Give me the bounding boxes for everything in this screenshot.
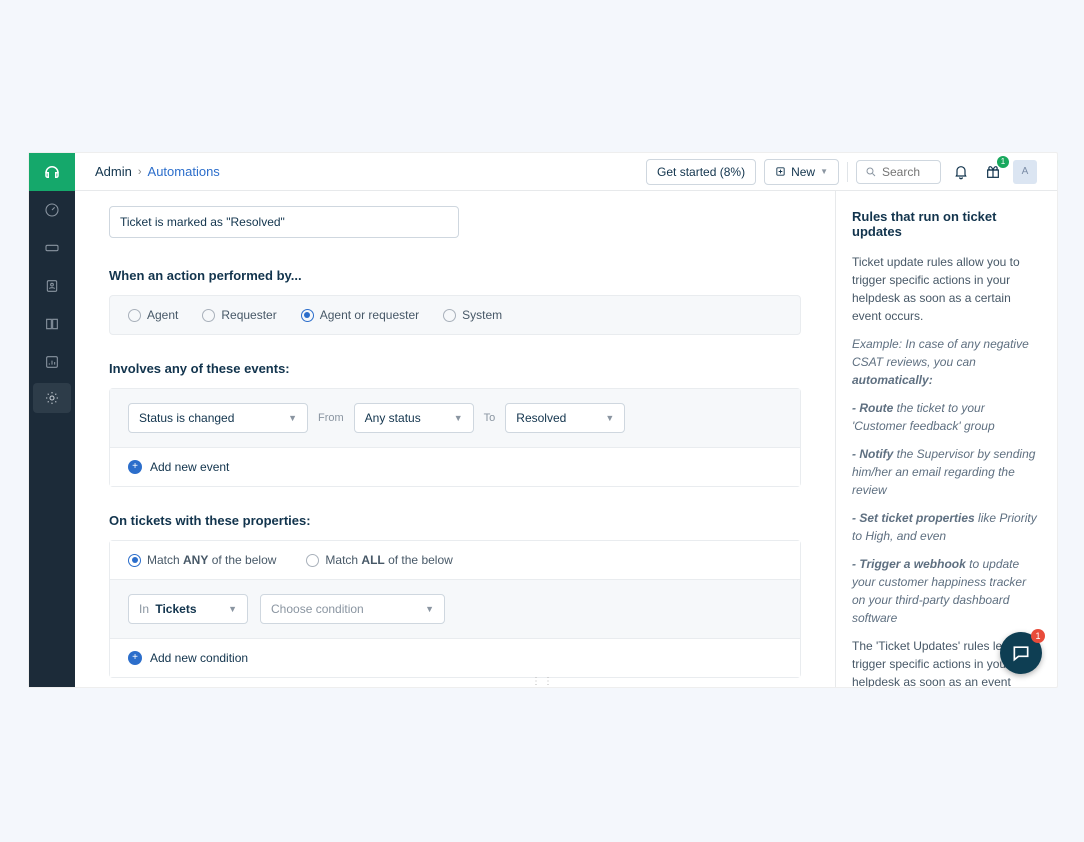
events-title: Involves any of these events:: [109, 361, 801, 376]
properties-panel: Match ANY of the below Match ALL of the …: [109, 540, 801, 678]
add-condition-button[interactable]: + Add new condition: [110, 639, 800, 677]
info-paragraph: Ticket update rules allow you to trigger…: [852, 253, 1041, 325]
radio-icon: [443, 309, 456, 322]
option-requester[interactable]: Requester: [202, 308, 276, 322]
condition-select[interactable]: Choose condition ▼: [260, 594, 445, 624]
info-bullet: - Notify the Supervisor by sending him/h…: [852, 445, 1041, 499]
match-any-option[interactable]: Match ANY of the below: [128, 553, 276, 567]
scope-select[interactable]: In Tickets ▼: [128, 594, 248, 624]
plus-icon: +: [128, 651, 142, 665]
properties-title: On tickets with these properties:: [109, 513, 801, 528]
radio-icon: [128, 309, 141, 322]
events-panel: Status is changed ▼ From Any status ▼ To R…: [109, 388, 801, 487]
gift-badge: 1: [997, 156, 1009, 168]
plus-square-icon: [775, 166, 786, 177]
add-event-button[interactable]: + Add new event: [110, 448, 800, 486]
rule-editor: When an action performed by... Agent Req…: [75, 191, 835, 687]
nav-tickets[interactable]: [29, 229, 75, 267]
match-any-label: Match ANY of the below: [147, 553, 276, 567]
nav-dashboard[interactable]: [29, 191, 75, 229]
performed-by-title: When an action performed by...: [109, 268, 801, 283]
search-box[interactable]: [856, 160, 941, 184]
match-all-label: Match ALL of the below: [325, 553, 452, 567]
add-condition-label: Add new condition: [150, 651, 248, 665]
main-column: Admin › Automations Get started (8%) New…: [75, 153, 1057, 687]
info-example: Example: In case of any negative CSAT re…: [852, 335, 1041, 389]
avatar[interactable]: A: [1013, 160, 1037, 184]
chevron-down-icon: ▼: [228, 604, 237, 614]
breadcrumb-current[interactable]: Automations: [148, 164, 220, 179]
new-button[interactable]: New ▼: [764, 159, 839, 185]
bell-icon: [953, 164, 969, 180]
select-value: Status is changed: [139, 411, 234, 425]
add-event-label: Add new event: [150, 460, 229, 474]
match-all-option[interactable]: Match ALL of the below: [306, 553, 452, 567]
chevron-down-icon: ▼: [425, 604, 434, 614]
info-title: Rules that run on ticket updates: [852, 209, 1041, 239]
chat-icon: [1011, 643, 1031, 663]
new-label: New: [791, 165, 815, 179]
search-input[interactable]: [882, 165, 932, 179]
performed-by-options: Agent Requester Agent or requester Syste…: [128, 308, 782, 322]
select-value: In Tickets: [139, 602, 197, 616]
chat-widget[interactable]: 1: [1000, 632, 1042, 674]
app-frame: Admin › Automations Get started (8%) New…: [28, 152, 1058, 688]
condition-row: In Tickets ▼ Choose condition ▼: [110, 580, 800, 639]
info-bullet: - Set ticket properties like Priority to…: [852, 509, 1041, 545]
match-mode-row: Match ANY of the below Match ALL of the …: [110, 541, 800, 580]
nav-reports[interactable]: [29, 343, 75, 381]
event-to-select[interactable]: Resolved ▼: [505, 403, 625, 433]
option-agent-or-requester[interactable]: Agent or requester: [301, 308, 419, 322]
notifications-button[interactable]: [949, 160, 973, 184]
chevron-right-icon: ›: [138, 166, 142, 178]
chevron-down-icon: ▼: [605, 413, 614, 423]
option-label: Agent: [147, 308, 178, 322]
search-icon: [865, 166, 877, 178]
to-label: To: [484, 412, 496, 424]
option-label: Agent or requester: [320, 308, 419, 322]
topbar: Admin › Automations Get started (8%) New…: [75, 153, 1057, 191]
option-system[interactable]: System: [443, 308, 502, 322]
event-type-select[interactable]: Status is changed ▼: [128, 403, 308, 433]
option-agent[interactable]: Agent: [128, 308, 178, 322]
radio-icon: [306, 554, 319, 567]
chat-badge: 1: [1031, 629, 1045, 643]
option-label: Requester: [221, 308, 276, 322]
select-placeholder: Choose condition: [271, 602, 364, 616]
nav-solutions[interactable]: [29, 305, 75, 343]
chevron-down-icon: ▼: [820, 167, 828, 176]
content-row: When an action performed by... Agent Req…: [75, 191, 1057, 687]
rule-title-input[interactable]: [109, 206, 459, 238]
gift-button[interactable]: 1: [981, 160, 1005, 184]
select-value: Resolved: [516, 411, 566, 425]
performed-by-panel: Agent Requester Agent or requester Syste…: [109, 295, 801, 335]
radio-icon: [128, 554, 141, 567]
info-bullet: - Route the ticket to your 'Customer fee…: [852, 399, 1041, 435]
get-started-label: Get started (8%): [657, 165, 745, 179]
event-row: Status is changed ▼ From Any status ▼ To R…: [110, 389, 800, 448]
radio-icon: [202, 309, 215, 322]
info-bullet: - Trigger a webhook to update your custo…: [852, 555, 1041, 627]
get-started-button[interactable]: Get started (8%): [646, 159, 756, 185]
breadcrumb: Admin › Automations: [95, 164, 220, 179]
resize-handle-icon: ⋮⋮: [531, 676, 555, 687]
sidebar: [29, 153, 75, 687]
from-label: From: [318, 412, 344, 424]
breadcrumb-root[interactable]: Admin: [95, 164, 132, 179]
nav-admin[interactable]: [33, 383, 71, 413]
app-logo[interactable]: [29, 153, 75, 191]
option-label: System: [462, 308, 502, 322]
radio-icon: [301, 309, 314, 322]
event-from-select[interactable]: Any status ▼: [354, 403, 474, 433]
chevron-down-icon: ▼: [454, 413, 463, 423]
info-panel: Rules that run on ticket updates Ticket …: [835, 191, 1057, 687]
divider: [847, 162, 848, 182]
nav-contacts[interactable]: [29, 267, 75, 305]
select-value: Any status: [365, 411, 421, 425]
plus-icon: +: [128, 460, 142, 474]
chevron-down-icon: ▼: [288, 413, 297, 423]
info-body: Ticket update rules allow you to trigger…: [852, 253, 1041, 687]
